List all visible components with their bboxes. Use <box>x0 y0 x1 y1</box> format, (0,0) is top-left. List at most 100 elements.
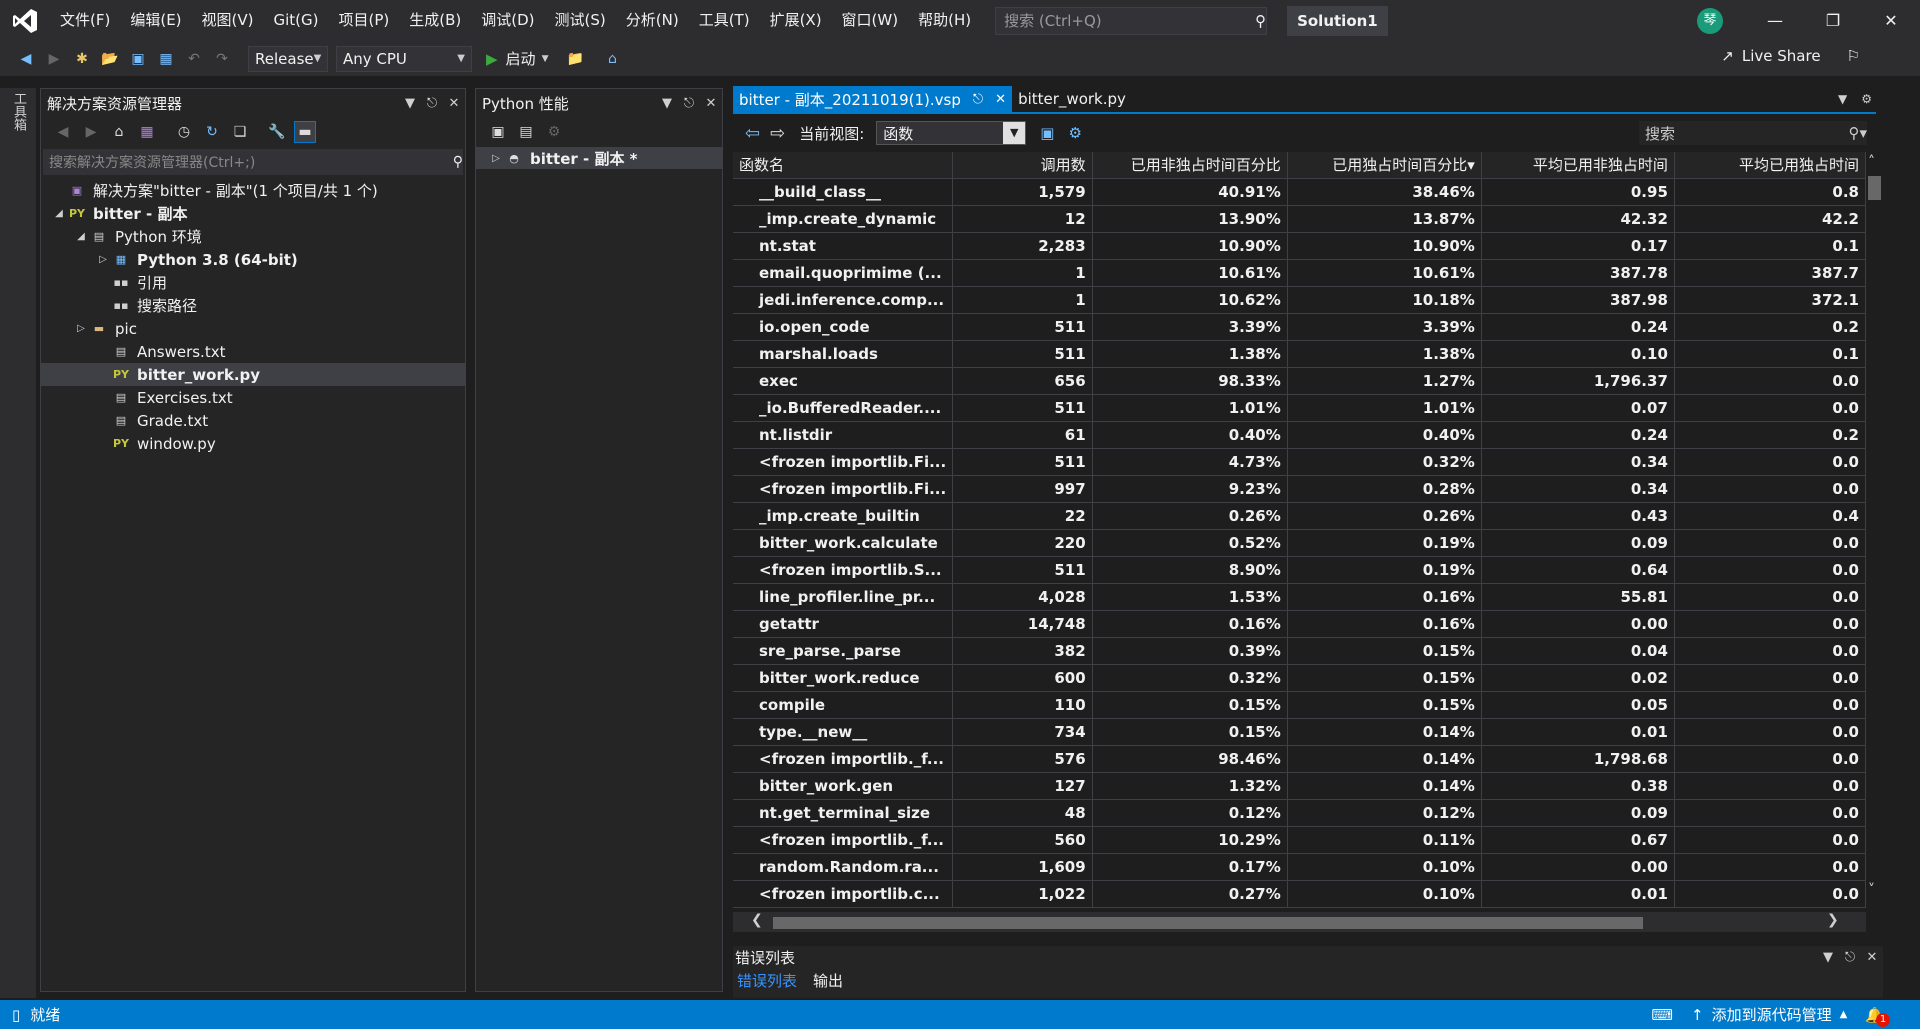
profiler-search-input[interactable]: 搜索 ⚲▾ <box>1639 121 1867 145</box>
user-avatar[interactable]: 琴 <box>1697 8 1723 34</box>
start-debug-button[interactable]: ▶ 启动 ▼ <box>486 48 548 69</box>
menu-item[interactable]: 扩展(X) <box>760 0 832 41</box>
menu-item[interactable]: 分析(N) <box>616 0 689 41</box>
tree-item-pic-folder[interactable]: ▷ ▬ pic <box>41 317 465 340</box>
scroll-down-icon[interactable]: ˅ <box>1868 882 1875 898</box>
table-row[interactable]: nt.get_terminal_size 48 0.12% 0.12% 0.09 0.0 <box>733 799 1866 827</box>
collapse-all-icon[interactable]: ❏ <box>229 121 251 143</box>
back-arrow-icon[interactable]: ⇦ <box>745 123 760 144</box>
close-window-button[interactable]: ✕ <box>1862 0 1920 41</box>
table-row[interactable]: getattr 14,748 0.16% 0.16% 0.00 0.0 <box>733 610 1866 638</box>
table-row[interactable]: marshal.loads 511 1.38% 1.38% 0.10 0.1 <box>733 340 1866 368</box>
table-row[interactable]: exec 656 98.33% 1.27% 1,796.37 0.0 <box>733 367 1866 395</box>
tab-list-dropdown-icon[interactable]: ▼ <box>1838 92 1847 106</box>
pin-icon[interactable]: ⎋ <box>678 96 700 111</box>
tree-item-file[interactable]: ▤ Answers.txt <box>41 340 465 363</box>
vertical-scrollbar[interactable]: ˄ ˅ <box>1866 152 1883 902</box>
table-row[interactable]: sre_parse._parse 382 0.39% 0.15% 0.04 0.0 <box>733 637 1866 665</box>
expand-arrow-icon[interactable]: ◢ <box>73 231 89 242</box>
forward-arrow-icon[interactable]: ⇨ <box>770 123 785 144</box>
menu-item[interactable]: 窗口(W) <box>832 0 909 41</box>
home-view-icon[interactable]: ⌂ <box>601 48 623 70</box>
scroll-up-icon[interactable]: ˄ <box>1868 154 1875 170</box>
home-icon[interactable]: ⌂ <box>108 121 130 143</box>
table-row[interactable]: _io.BufferedReader.... 511 1.01% 1.01% 0.07 0… <box>733 394 1866 422</box>
save-all-icon[interactable]: ▦ <box>155 48 177 70</box>
solution-explorer-search-input[interactable]: 搜索解决方案资源管理器(Ctrl+;) ⚲ <box>43 149 463 175</box>
table-row[interactable]: jedi.inference.comp... 1 10.62% 10.18% 387.9… <box>733 286 1866 314</box>
table-row[interactable]: bitter_work.reduce 600 0.32% 0.15% 0.02 0.0 <box>733 664 1866 692</box>
table-row[interactable]: io.open_code 511 3.39% 3.39% 0.24 0.2 <box>733 313 1866 341</box>
close-icon[interactable]: ✕ <box>443 96 465 111</box>
column-header-exclusive-pct[interactable]: 已用独占时间百分比▾ <box>1287 152 1482 179</box>
back-nav-icon[interactable]: ◀ <box>15 48 37 70</box>
pin-icon[interactable]: ⎋ <box>421 96 443 111</box>
properties-wrench-icon[interactable]: 🔧 <box>266 121 288 143</box>
tab-output[interactable]: 输出 <box>809 970 847 991</box>
tab-bitter-work-py[interactable]: bitter_work.py <box>1012 86 1132 112</box>
table-row[interactable]: __build_class__ 1,579 40.91% 38.46% 0.95 0.8 <box>733 178 1866 206</box>
scroll-right-icon[interactable]: ❯ <box>1827 912 1839 928</box>
pin-tab-icon[interactable]: ⎋ <box>973 92 983 107</box>
open-folder-icon[interactable]: 📂 <box>99 48 121 70</box>
vertical-scroll-thumb[interactable] <box>1868 176 1881 200</box>
table-row[interactable]: random.Random.ra... 1,609 0.17% 0.10% 0.00 0.… <box>733 853 1866 881</box>
quick-search-input[interactable]: 搜索 (Ctrl+Q) ⚲ <box>995 6 1268 35</box>
pin-icon[interactable]: ⎋ <box>1839 950 1861 965</box>
feedback-icon[interactable]: ⚐ <box>1847 47 1860 65</box>
expand-arrow-icon[interactable]: ▷ <box>95 254 111 265</box>
forward-nav-icon[interactable]: ▶ <box>43 48 65 70</box>
panel-menu-icon[interactable]: ▼ <box>1817 950 1839 965</box>
expand-arrow-icon[interactable]: ◢ <box>51 208 67 219</box>
tree-item-solution[interactable]: ▣ 解决方案"bitter - 副本"(1 个项目/共 1 个) <box>41 179 465 202</box>
compare-reports-icon[interactable]: ⚙ <box>543 121 565 143</box>
tab-vsp-report[interactable]: bitter - 副本_20211019(1).vsp ⎋ ✕ <box>733 86 1013 112</box>
horizontal-scrollbar[interactable]: ❮ ❯ <box>733 912 1866 932</box>
menu-item[interactable]: 调试(D) <box>471 0 544 41</box>
menu-item[interactable]: 项目(P) <box>329 0 400 41</box>
menu-item[interactable]: Git(G) <box>264 0 329 41</box>
column-header-inclusive-pct[interactable]: 已用非独占时间百分比 <box>1092 152 1288 179</box>
undo-icon[interactable]: ↶ <box>183 48 205 70</box>
browse-folder-icon[interactable]: 📁 <box>564 48 586 70</box>
source-control-button[interactable]: ↑ 添加到源代码管理 ▲ <box>1691 1004 1847 1025</box>
expand-arrow-icon[interactable]: ▷ <box>488 153 504 164</box>
menu-item[interactable]: 帮助(H) <box>908 0 981 41</box>
table-row[interactable]: <frozen importlib.c... 1,022 0.27% 0.10% 0.0… <box>733 880 1866 908</box>
close-icon[interactable]: ✕ <box>700 96 722 111</box>
live-share-button[interactable]: ↗ Live Share ⚐ <box>1721 47 1860 65</box>
launch-profiling-icon[interactable]: ▤ <box>515 121 537 143</box>
table-row[interactable]: <frozen importlib._f... 560 10.29% 0.11% 0.6… <box>733 826 1866 854</box>
tree-item-file[interactable]: ▤ Exercises.txt <box>41 386 465 409</box>
scroll-left-icon[interactable]: ❮ <box>751 912 763 928</box>
new-project-icon[interactable]: ✱ <box>71 48 93 70</box>
tree-item-file[interactable]: ▤ Grade.txt <box>41 409 465 432</box>
table-row[interactable]: email.quoprimime (... 1 10.61% 10.61% 387.78… <box>733 259 1866 287</box>
table-row[interactable]: _imp.create_dynamic 12 13.90% 13.87% 42.32 42… <box>733 205 1866 233</box>
current-view-select[interactable]: 函数 ▼ <box>876 121 1027 145</box>
new-session-icon[interactable]: ▣ <box>487 121 509 143</box>
tree-item-python-env[interactable]: ◢ ▤ Python 环境 <box>41 225 465 248</box>
table-row[interactable]: <frozen importlib.S... 511 8.90% 0.19% 0.64 0… <box>733 556 1866 584</box>
table-row[interactable]: bitter_work.gen 127 1.32% 0.14% 0.38 0.0 <box>733 772 1866 800</box>
expand-arrow-icon[interactable]: ▷ <box>73 323 89 334</box>
table-row[interactable]: compile 110 0.15% 0.15% 0.05 0.0 <box>733 691 1866 719</box>
table-row[interactable]: bitter_work.calculate 220 0.52% 0.19% 0.09 0.… <box>733 529 1866 557</box>
menu-item[interactable]: 编辑(E) <box>120 0 191 41</box>
tree-item-project[interactable]: ◢ PY bitter - 副本 <box>41 202 465 225</box>
switch-views-icon[interactable]: ▦ <box>136 121 158 143</box>
forward-icon[interactable]: ▶ <box>80 121 102 143</box>
toolbox-tab[interactable]: 工具箱 <box>9 92 28 131</box>
column-header-avg-inclusive[interactable]: 平均已用非独占时间 <box>1481 152 1675 179</box>
table-row[interactable]: <frozen importlib._f... 576 98.46% 0.14% 1,7… <box>733 745 1866 773</box>
column-header-avg-exclusive[interactable]: 平均已用独占时间 <box>1674 152 1866 179</box>
menu-item[interactable]: 视图(V) <box>192 0 264 41</box>
save-icon[interactable]: ▣ <box>127 48 149 70</box>
notifications-button[interactable]: 🔔 1 <box>1865 1003 1890 1027</box>
column-header-call-count[interactable]: 调用数 <box>952 152 1093 179</box>
panel-menu-icon[interactable]: ▼ <box>399 96 421 111</box>
back-icon[interactable]: ◀ <box>52 121 74 143</box>
menu-item[interactable]: 工具(T) <box>689 0 760 41</box>
keyboard-icon[interactable]: ⌨ <box>1651 1006 1673 1024</box>
tree-item-references[interactable]: ▪▪ 引用 <box>41 271 465 294</box>
